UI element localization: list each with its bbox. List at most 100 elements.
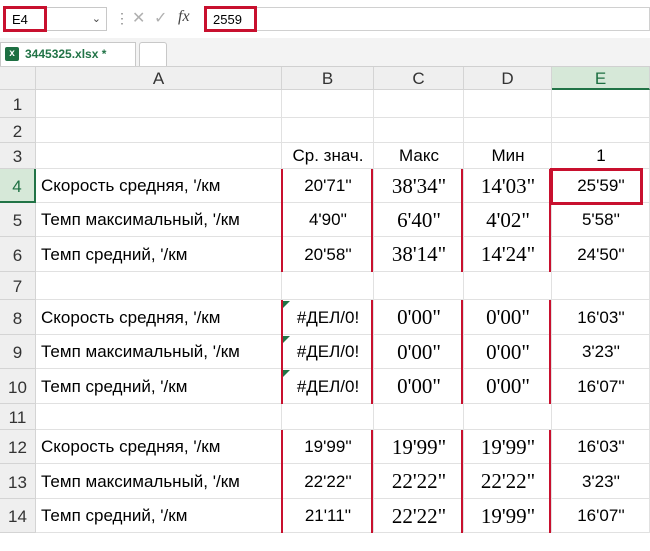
cell-b11[interactable] bbox=[282, 404, 374, 430]
cell-e10[interactable]: 16'07'' bbox=[552, 369, 650, 404]
cell-b5[interactable]: 4'90'' bbox=[282, 203, 374, 237]
cell-c13[interactable]: 22'22" bbox=[374, 464, 464, 499]
column-header-e[interactable]: E bbox=[552, 67, 650, 90]
cell-b7[interactable] bbox=[282, 272, 374, 300]
cell-e13[interactable]: 3'23'' bbox=[552, 464, 650, 499]
cell-a3[interactable] bbox=[36, 143, 282, 169]
cell-a6[interactable]: Темп средний, '/км bbox=[36, 237, 282, 272]
workbook-tab[interactable]: x 3445325.xlsx * bbox=[0, 42, 136, 66]
cell-d12[interactable]: 19'99" bbox=[464, 430, 552, 464]
cell-d4[interactable]: 14'03" bbox=[464, 169, 552, 203]
cell-e11[interactable] bbox=[552, 404, 650, 430]
cell-d14[interactable]: 19'99" bbox=[464, 499, 552, 533]
cell-c4[interactable]: 38'34" bbox=[374, 169, 464, 203]
cell-c10[interactable]: 0'00" bbox=[374, 369, 464, 404]
insert-function-icon[interactable]: fx bbox=[178, 8, 190, 26]
cell-b9[interactable]: #ДЕЛ/0! bbox=[282, 335, 374, 369]
cell-c14[interactable]: 22'22" bbox=[374, 499, 464, 533]
row-header-12[interactable]: 12 bbox=[0, 430, 36, 464]
cell-e14[interactable]: 16'07'' bbox=[552, 499, 650, 533]
cell-c12[interactable]: 19'99" bbox=[374, 430, 464, 464]
cell-a1[interactable] bbox=[36, 90, 282, 118]
cell-e5-value: 5'58'' bbox=[581, 210, 621, 229]
row-header-9[interactable]: 9 bbox=[0, 335, 36, 369]
cell-d1[interactable] bbox=[464, 90, 552, 118]
cell-b1[interactable] bbox=[282, 90, 374, 118]
cell-a7[interactable] bbox=[36, 272, 282, 300]
cell-d3[interactable]: Мин bbox=[464, 143, 552, 169]
row-header-10[interactable]: 10 bbox=[0, 369, 36, 404]
cancel-icon[interactable]: ✕ bbox=[132, 8, 145, 28]
cell-c8[interactable]: 0'00" bbox=[374, 300, 464, 335]
cell-c7[interactable] bbox=[374, 272, 464, 300]
error-indicator-icon[interactable] bbox=[283, 336, 290, 343]
chevron-down-icon[interactable]: ⌄ bbox=[92, 12, 101, 25]
cell-d13[interactable]: 22'22" bbox=[464, 464, 552, 499]
cell-b12[interactable]: 19'99'' bbox=[282, 430, 374, 464]
cell-d5[interactable]: 4'02" bbox=[464, 203, 552, 237]
row-header-8[interactable]: 8 bbox=[0, 300, 36, 335]
new-tab-button[interactable] bbox=[139, 42, 167, 66]
cell-c2[interactable] bbox=[374, 118, 464, 143]
cell-a2[interactable] bbox=[36, 118, 282, 143]
cell-b8[interactable]: #ДЕЛ/0! bbox=[282, 300, 374, 335]
cell-e1[interactable] bbox=[552, 90, 650, 118]
cell-c5[interactable]: 6'40" bbox=[374, 203, 464, 237]
cell-c1[interactable] bbox=[374, 90, 464, 118]
cell-b3[interactable]: Ср. знач. bbox=[282, 143, 374, 169]
row-header-1[interactable]: 1 bbox=[0, 90, 36, 118]
cell-a9[interactable]: Темп максимальный, '/км bbox=[36, 335, 282, 369]
cell-a8[interactable]: Скорость средняя, '/км bbox=[36, 300, 282, 335]
cell-d10[interactable]: 0'00" bbox=[464, 369, 552, 404]
cell-b4[interactable]: 20'71'' bbox=[282, 169, 374, 203]
cell-a10[interactable]: Темп средний, '/км bbox=[36, 369, 282, 404]
cell-b6[interactable]: 20'58'' bbox=[282, 237, 374, 272]
cell-e5[interactable]: 5'58'' bbox=[552, 203, 650, 237]
cell-e2[interactable] bbox=[552, 118, 650, 143]
cell-d9[interactable]: 0'00" bbox=[464, 335, 552, 369]
column-header-a[interactable]: A bbox=[36, 67, 282, 90]
row-header-13[interactable]: 13 bbox=[0, 464, 36, 499]
cell-e12[interactable]: 16'03'' bbox=[552, 430, 650, 464]
cell-a13[interactable]: Темп максимальный, '/км bbox=[36, 464, 282, 499]
cell-d8[interactable]: 0'00" bbox=[464, 300, 552, 335]
cell-c9[interactable]: 0'00" bbox=[374, 335, 464, 369]
cell-e6[interactable]: 24'50'' bbox=[552, 237, 650, 272]
column-header-d[interactable]: D bbox=[464, 67, 552, 90]
cell-a11[interactable] bbox=[36, 404, 282, 430]
column-header-c[interactable]: C bbox=[374, 67, 464, 90]
cell-a14[interactable]: Темп средний, '/км bbox=[36, 499, 282, 533]
select-all-corner[interactable] bbox=[0, 67, 36, 90]
formula-input[interactable]: 2559 bbox=[204, 7, 650, 31]
row-header-3[interactable]: 3 bbox=[0, 143, 36, 169]
error-indicator-icon[interactable] bbox=[283, 370, 290, 377]
error-indicator-icon[interactable] bbox=[283, 301, 290, 308]
cell-b10[interactable]: #ДЕЛ/0! bbox=[282, 369, 374, 404]
column-header-b[interactable]: B bbox=[282, 67, 374, 90]
cell-b14[interactable]: 21'11'' bbox=[282, 499, 374, 533]
cell-b13[interactable]: 22'22'' bbox=[282, 464, 374, 499]
cell-d11[interactable] bbox=[464, 404, 552, 430]
cell-b2[interactable] bbox=[282, 118, 374, 143]
cell-d6[interactable]: 14'24" bbox=[464, 237, 552, 272]
cell-c6[interactable]: 38'14" bbox=[374, 237, 464, 272]
cell-d7[interactable] bbox=[464, 272, 552, 300]
cell-c3[interactable]: Макс bbox=[374, 143, 464, 169]
row-header-14[interactable]: 14 bbox=[0, 499, 36, 533]
cell-d2[interactable] bbox=[464, 118, 552, 143]
row-header-4[interactable]: 4 bbox=[0, 169, 36, 203]
cell-e9[interactable]: 3'23'' bbox=[552, 335, 650, 369]
row-header-11[interactable]: 11 bbox=[0, 404, 36, 430]
row-header-5[interactable]: 5 bbox=[0, 203, 36, 237]
row-header-7[interactable]: 7 bbox=[0, 272, 36, 300]
cell-a5[interactable]: Темп максимальный, '/км bbox=[36, 203, 282, 237]
cell-e3[interactable]: 1 bbox=[552, 143, 650, 169]
row-header-6[interactable]: 6 bbox=[0, 237, 36, 272]
cell-a12[interactable]: Скорость средняя, '/км bbox=[36, 430, 282, 464]
cell-a4[interactable]: Скорость средняя, '/км bbox=[36, 169, 282, 203]
cell-e8[interactable]: 16'03'' bbox=[552, 300, 650, 335]
cell-c11[interactable] bbox=[374, 404, 464, 430]
row-header-2[interactable]: 2 bbox=[0, 118, 36, 143]
cell-e7[interactable] bbox=[552, 272, 650, 300]
enter-icon[interactable]: ✓ bbox=[154, 8, 167, 28]
